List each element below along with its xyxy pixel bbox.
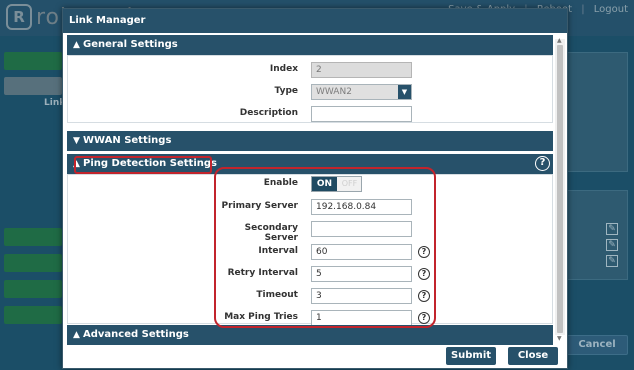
type-select[interactable]: WWAN2 ▼ (311, 84, 412, 100)
background-panel (566, 52, 628, 172)
highlight-box (74, 156, 212, 174)
link-separator: | (581, 4, 585, 15)
submit-button[interactable]: Submit (446, 347, 496, 365)
sidebar-button-active[interactable] (4, 77, 62, 95)
description-input[interactable] (311, 106, 412, 122)
background-cancel-button[interactable]: Cancel (566, 335, 628, 355)
chevron-down-icon[interactable]: ▼ (398, 85, 411, 99)
link-manager-dialog: Link Manager ▲ General Settings Index 2 T… (62, 8, 568, 369)
brand-logo-icon: R (6, 4, 32, 30)
scroll-down-icon[interactable]: ▼ (557, 335, 562, 342)
edit-icon[interactable]: ✎ (606, 223, 618, 235)
chevron-down-icon: ▼ (73, 136, 80, 146)
chevron-up-icon: ▲ (73, 330, 80, 340)
highlight-box (214, 167, 436, 328)
advanced-settings-header[interactable]: ▲ Advanced Settings (67, 325, 553, 345)
chevron-up-icon: ▲ (73, 40, 80, 50)
index-label: Index (269, 64, 298, 74)
index-field: 2 (311, 62, 412, 78)
general-settings-header[interactable]: ▲ General Settings (67, 35, 553, 55)
background-panel (566, 190, 628, 280)
help-icon[interactable]: ? (535, 156, 550, 171)
scroll-up-icon[interactable]: ▲ (557, 37, 562, 44)
section-title: WWAN Settings (83, 135, 172, 146)
sidebar-button[interactable] (4, 254, 62, 272)
edit-icon[interactable]: ✎ (606, 239, 618, 251)
section-title: Advanced Settings (83, 329, 189, 340)
logout-link[interactable]: Logout (594, 4, 628, 15)
sidebar-button[interactable] (4, 280, 62, 298)
wwan-settings-header[interactable]: ▼ WWAN Settings (67, 131, 553, 151)
close-button[interactable]: Close (508, 347, 558, 365)
section-title: General Settings (83, 39, 178, 50)
sidebar-button[interactable] (4, 228, 62, 246)
dialog-title: Link Manager (63, 9, 567, 33)
scrollbar-thumb[interactable] (557, 45, 563, 333)
type-value: WWAN2 (316, 87, 352, 97)
type-label: Type (274, 86, 298, 96)
description-label: Description (239, 108, 298, 118)
sidebar-button[interactable] (4, 306, 62, 324)
edit-icon[interactable]: ✎ (606, 255, 618, 267)
general-settings-panel (67, 55, 553, 123)
sidebar-button[interactable] (4, 52, 62, 70)
